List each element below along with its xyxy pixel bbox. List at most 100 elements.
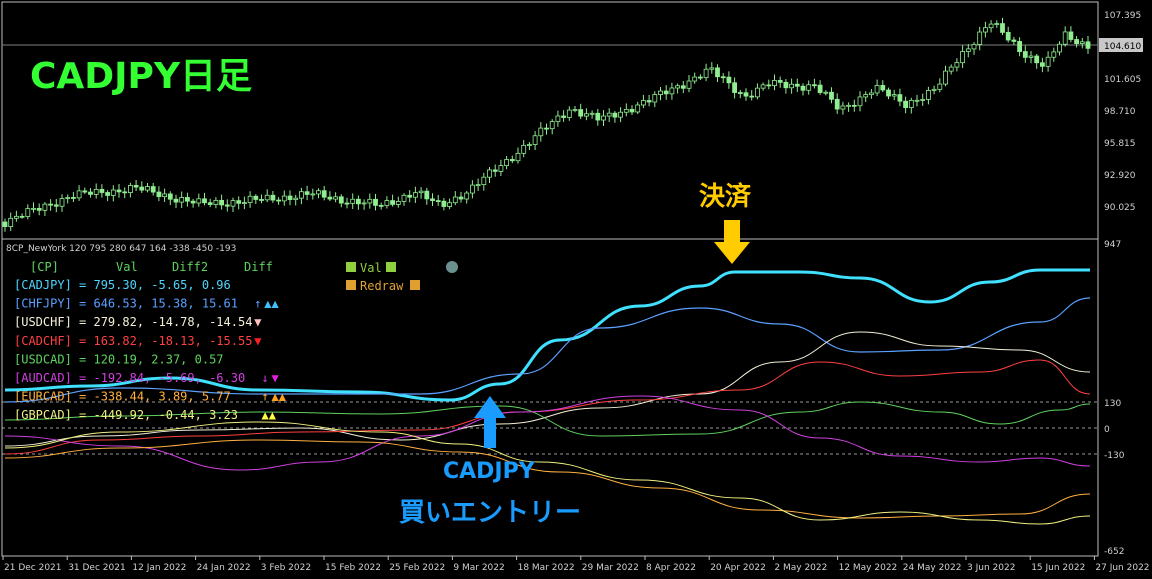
pair-row: [AUDCAD] = -192.84, -5.69, -6.30 xyxy=(14,371,245,385)
settle-arrow-icon xyxy=(714,220,750,264)
candle-body xyxy=(264,194,270,201)
redraw-swatch[interactable] xyxy=(346,280,356,290)
candle-body xyxy=(338,196,344,204)
candle-body xyxy=(1028,55,1034,58)
candle-body xyxy=(595,112,601,121)
candle-body xyxy=(572,109,578,111)
candle-body xyxy=(99,188,105,193)
candle-body xyxy=(1068,31,1074,40)
candle-body xyxy=(618,111,623,118)
candle-body xyxy=(48,203,53,206)
candle-body xyxy=(504,159,510,166)
trend-arrow-icon: ↓ xyxy=(261,371,268,385)
candle-body xyxy=(983,27,988,33)
current-price-label: 104.610 xyxy=(1104,42,1141,52)
candle-body xyxy=(555,115,561,123)
candle-body xyxy=(561,115,566,118)
candle-body xyxy=(954,62,960,68)
candle-body xyxy=(270,194,276,201)
candle-body xyxy=(65,197,71,199)
candle-body xyxy=(224,204,230,207)
date-label: 15 Jun 2022 xyxy=(1031,563,1085,573)
candle-body xyxy=(669,87,675,95)
pair-row: [CADCHF] = 163.82, -18.13, -15.55 xyxy=(14,334,252,348)
candle-body xyxy=(515,152,521,162)
date-label: 20 Apr 2022 xyxy=(710,563,766,573)
status-dot-icon[interactable] xyxy=(446,261,458,273)
candle-body xyxy=(333,196,339,200)
candle-body xyxy=(82,190,88,193)
candle-body xyxy=(908,100,914,108)
candle-body xyxy=(76,190,82,199)
date-label: 9 Mar 2022 xyxy=(453,563,504,573)
candle-body xyxy=(378,204,384,207)
candle-body xyxy=(42,203,48,211)
candle-body xyxy=(698,76,703,79)
candle-body xyxy=(150,186,156,193)
candle-body xyxy=(247,195,253,203)
candle-body xyxy=(675,85,680,89)
candle-body xyxy=(584,113,589,117)
redraw-swatch-end[interactable] xyxy=(410,280,420,290)
date-label: 27 Jun 2022 xyxy=(1095,563,1149,573)
candle-body xyxy=(926,89,931,100)
chart-title: CADJPY日足 xyxy=(30,56,252,97)
candle-body xyxy=(823,91,829,94)
candle-body xyxy=(492,169,498,172)
candle-body xyxy=(1022,51,1028,58)
candle-body xyxy=(920,99,926,101)
candle-body xyxy=(680,85,686,89)
val-swatch-end[interactable] xyxy=(386,262,396,272)
candle-body xyxy=(880,85,886,91)
candle-body xyxy=(1000,23,1005,33)
date-label: 12 May 2022 xyxy=(839,563,898,573)
candle-body xyxy=(760,84,766,89)
candle-body xyxy=(241,202,247,204)
candle-body xyxy=(475,184,481,187)
candle-body xyxy=(623,108,629,113)
candle-body xyxy=(390,200,396,205)
val-swatch[interactable] xyxy=(346,262,356,272)
indicator-pane[interactable]: 8CP_NewYork 120 795 280 647 164 -338 -45… xyxy=(2,244,1098,525)
candle-body xyxy=(384,200,390,206)
trend-arrow-icon: ↑ xyxy=(261,390,268,404)
candle-body xyxy=(994,23,1000,25)
pair-row: [CHFJPY] = 646.53, 15.38, 15.61 xyxy=(14,297,238,311)
candle-body xyxy=(327,196,333,200)
price-pane[interactable] xyxy=(2,17,1098,232)
chart-canvas[interactable]: 104.610 107.395 101.605 98.710 95.815 92… xyxy=(0,0,1152,579)
candle-body xyxy=(578,109,584,117)
candle-body xyxy=(418,190,424,194)
candle-body xyxy=(789,83,794,89)
candle-body xyxy=(800,85,806,91)
candle-body xyxy=(253,195,259,200)
candle-body xyxy=(424,190,430,200)
candle-body xyxy=(1017,41,1022,52)
candle-body xyxy=(219,199,225,206)
candle-body xyxy=(783,81,789,89)
candle-body xyxy=(430,198,435,201)
candle-body xyxy=(886,89,891,97)
candle-body xyxy=(293,197,299,200)
date-axis: 21 Dec 2021 31 Dec 2021 12 Jan 2022 24 Jan … xyxy=(2,556,1150,573)
candle-body xyxy=(544,127,549,130)
candle-body xyxy=(116,189,122,193)
candle-body xyxy=(355,198,361,205)
signal-marks: ▲▲ xyxy=(271,390,286,404)
audcad-line xyxy=(4,395,1091,471)
candle-body xyxy=(179,197,185,203)
candle-body xyxy=(481,176,487,186)
candle-body xyxy=(31,207,36,210)
pair-table: [CADJPY] = 795.30, -5.65, 0.96 [CHFJPY] =… xyxy=(14,278,287,422)
candle-body xyxy=(59,198,65,207)
candle-body xyxy=(971,43,977,50)
candle-body xyxy=(566,109,572,118)
candle-body xyxy=(755,87,760,98)
candle-body xyxy=(162,193,168,198)
candle-body xyxy=(960,51,965,64)
candle-body xyxy=(1079,41,1085,44)
signal-marks: ▼ xyxy=(254,334,262,348)
date-label: 12 Jan 2022 xyxy=(132,563,186,573)
indicator-axis: 947 130 0 -130 -652 xyxy=(1104,240,1125,557)
candle-body xyxy=(612,112,618,118)
